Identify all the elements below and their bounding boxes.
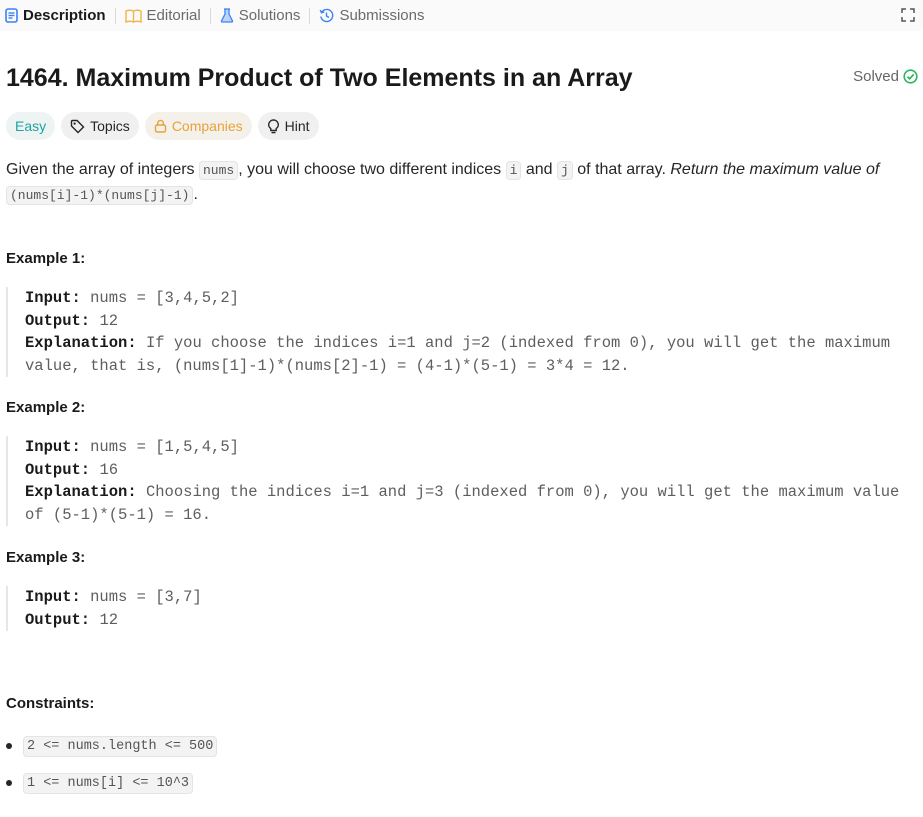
constraint-code: 1 <= nums[i] <= 10^3 (23, 772, 194, 794)
description-text: . (193, 186, 198, 203)
hint-label: Hint (284, 118, 310, 134)
input-value: nums = [3,7] (90, 588, 202, 606)
description-text: Given the array of integers (6, 161, 199, 178)
inline-code: i (505, 161, 522, 180)
input-value: nums = [1,5,4,5] (90, 438, 239, 456)
difficulty-label: Easy (15, 118, 47, 134)
description-emphasis: Return the maximum value of (670, 161, 880, 178)
bullet-icon (6, 780, 12, 786)
input-label: Input: (25, 289, 81, 307)
difficulty-badge[interactable]: Easy (6, 112, 56, 140)
example-explanation-line: Explanation: Choosing the indices i=1 an… (25, 481, 918, 504)
example-output-line: Output: 12 (25, 609, 918, 632)
example-explanation-line: Explanation: If you choose the indices i… (25, 332, 918, 355)
tab-solutions-label: Solutions (238, 7, 301, 24)
list-item: 2 <= nums.length <= 500 (6, 734, 218, 758)
problem-title: 1464. Maximum Product of Two Elements in… (6, 64, 633, 92)
history-icon (320, 8, 334, 23)
example-block: Input: nums = [3,7] Output: 12 (6, 586, 918, 631)
lock-icon (154, 119, 167, 133)
explanation-text: If you choose the indices i=1 and j=2 (i… (145, 334, 891, 352)
example-input-line: Input: nums = [3,7] (25, 586, 918, 609)
output-label: Output: (25, 610, 91, 629)
input-value: nums = [3,4,5,2] (90, 289, 239, 307)
example-heading: Example 2: (6, 399, 86, 416)
solved-status: Solved (853, 68, 918, 85)
companies-label: Companies (171, 118, 243, 134)
description-text: of that array. (572, 161, 671, 178)
tab-separator (209, 7, 211, 24)
output-value: 12 (99, 610, 119, 629)
list-item: 1 <= nums[i] <= 10^3 (6, 771, 217, 795)
output-label: Output: (25, 311, 91, 330)
description-text: and (521, 161, 558, 178)
tab-description-label: Description (23, 7, 106, 24)
constraint-code: 2 <= nums.length <= 500 (23, 735, 218, 757)
tab-separator (114, 7, 116, 24)
example-block: Input: nums = [1,5,4,5] Output: 16 Expla… (6, 436, 918, 526)
explanation-label: Explanation: (25, 483, 137, 501)
example-input-line: Input: nums = [3,4,5,2] (25, 287, 918, 310)
example-heading: Example 3: (6, 549, 86, 566)
tab-editorial-label: Editorial (146, 7, 201, 24)
topics-label: Topics (90, 118, 130, 134)
topics-button[interactable]: Topics (61, 112, 139, 140)
tab-submissions-label: Submissions (339, 7, 425, 24)
constraints-heading: Constraints: (6, 695, 95, 712)
tag-chips: Easy Topics Companies Hint (6, 112, 319, 140)
output-label: Output: (25, 460, 91, 479)
output-value: 12 (99, 311, 119, 330)
tab-solutions[interactable]: Solutions (220, 0, 301, 31)
example-block: Input: nums = [3,4,5,2] Output: 12 Expla… (6, 287, 918, 377)
tab-editorial[interactable]: Editorial (124, 0, 201, 31)
bullet-icon (6, 743, 12, 749)
companies-button[interactable]: Companies (144, 112, 252, 140)
input-label: Input: (25, 438, 81, 456)
inline-code: j (557, 161, 573, 180)
lightbulb-icon (267, 118, 279, 133)
constraints-list: 2 <= nums.length <= 500 1 <= nums[i] <= … (6, 734, 218, 808)
book-icon (124, 9, 142, 23)
description-text: , you will choose two different indices (238, 161, 506, 178)
example-explanation-line: value, that is, (nums[1]-1)*(nums[2]-1) … (25, 356, 630, 375)
tab-description[interactable]: Description (5, 0, 106, 31)
example-input-line: Input: nums = [1,5,4,5] (25, 436, 918, 459)
check-circle-icon (903, 69, 918, 84)
problem-description: Given the array of integers nums, you wi… (6, 158, 886, 208)
example-explanation-line: of (5-1)*(5-1) = 16. (25, 505, 212, 524)
example-output-line: Output: 12 (25, 310, 918, 333)
inline-code: nums (198, 161, 239, 180)
tab-separator (309, 7, 311, 24)
explanation-text: Choosing the indices i=1 and j=3 (indexe… (145, 483, 900, 501)
flask-icon (220, 8, 233, 23)
expand-icon[interactable] (901, 8, 915, 22)
inline-code: (nums[i]-1)*(nums[j]-1) (6, 186, 194, 205)
tab-submissions[interactable]: Submissions (319, 0, 424, 31)
input-label: Input: (25, 588, 81, 606)
explanation-label: Explanation: (25, 334, 137, 352)
tag-icon (70, 119, 85, 133)
example-heading: Example 1: (6, 250, 86, 267)
solved-label: Solved (853, 68, 899, 85)
example-output-line: Output: 16 (25, 459, 918, 482)
hint-button[interactable]: Hint (257, 112, 319, 140)
tab-bar: Description Editorial Solutions Submissi… (0, 0, 923, 31)
problem-header: 1464. Maximum Product of Two Elements in… (6, 60, 918, 96)
output-value: 16 (99, 460, 119, 479)
document-icon (5, 8, 18, 23)
